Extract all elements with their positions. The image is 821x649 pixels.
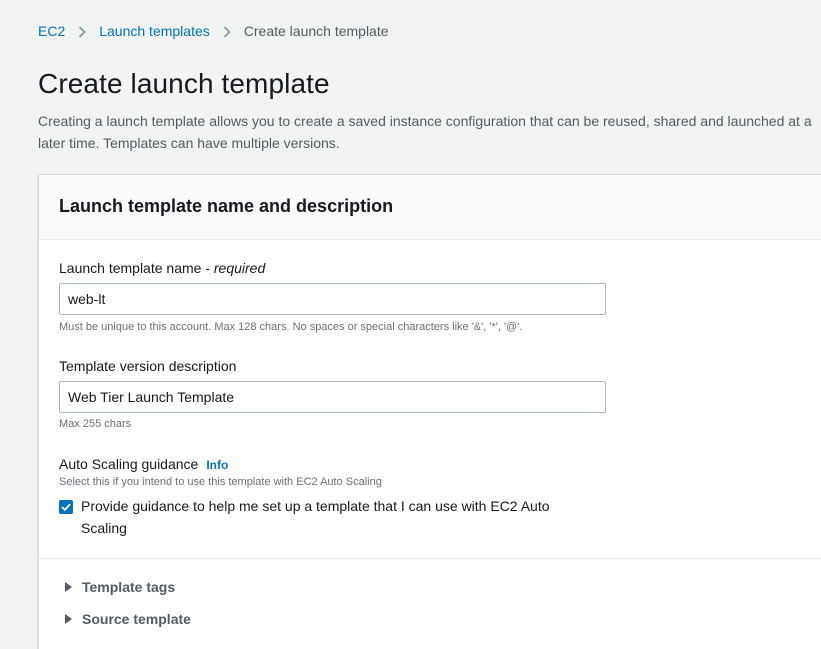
autoscaling-label-text: Auto Scaling guidance xyxy=(59,456,199,472)
template-tags-label: Template tags xyxy=(82,579,176,595)
source-template-label: Source template xyxy=(82,611,191,627)
section-divider xyxy=(39,558,821,559)
breadcrumb: EC2 Launch templates Create launch templ… xyxy=(38,22,389,40)
version-description-input[interactable] xyxy=(59,381,606,413)
autoscaling-label: Auto Scaling guidance Info xyxy=(59,456,228,472)
autoscaling-hint: Select this if you intend to use this te… xyxy=(59,476,382,488)
template-name-label-text: Launch template name - xyxy=(59,260,214,276)
page: EC2 Launch templates Create launch templ… xyxy=(0,0,821,649)
template-name-input[interactable] xyxy=(59,283,606,315)
page-description: Creating a launch template allows you to… xyxy=(38,113,812,151)
version-description-label: Template version description xyxy=(59,358,237,374)
breadcrumb-ec2[interactable]: EC2 xyxy=(38,23,65,39)
version-description-hint: Max 255 chars xyxy=(59,418,132,430)
template-tags-expander[interactable]: Template tags xyxy=(65,579,175,595)
caret-right-icon xyxy=(65,614,72,624)
checkmark-icon xyxy=(61,503,71,511)
template-name-hint: Must be unique to this account. Max 128 … xyxy=(59,321,523,333)
panel-header: Launch template name and description xyxy=(39,175,821,240)
launch-template-panel: Launch template name and description Lau… xyxy=(38,174,821,649)
page-title: Create launch template xyxy=(38,68,330,99)
caret-right-icon xyxy=(65,582,72,592)
breadcrumb-launch-templates[interactable]: Launch templates xyxy=(99,23,210,39)
autoscaling-guidance-checkbox[interactable] xyxy=(59,500,73,514)
chevron-right-icon xyxy=(65,23,99,39)
source-template-expander[interactable]: Source template xyxy=(65,611,191,627)
chevron-right-icon xyxy=(210,23,244,39)
template-name-label: Launch template name - required xyxy=(59,260,265,276)
breadcrumb-current: Create launch template xyxy=(243,23,389,39)
panel-title: Launch template name and description xyxy=(59,196,394,216)
info-link[interactable]: Info xyxy=(206,458,228,472)
required-marker: required xyxy=(213,260,266,276)
autoscaling-guidance-label[interactable]: Provide guidance to help me set up a tem… xyxy=(81,495,579,539)
autoscaling-guidance-option: Provide guidance to help me set up a tem… xyxy=(59,497,579,539)
